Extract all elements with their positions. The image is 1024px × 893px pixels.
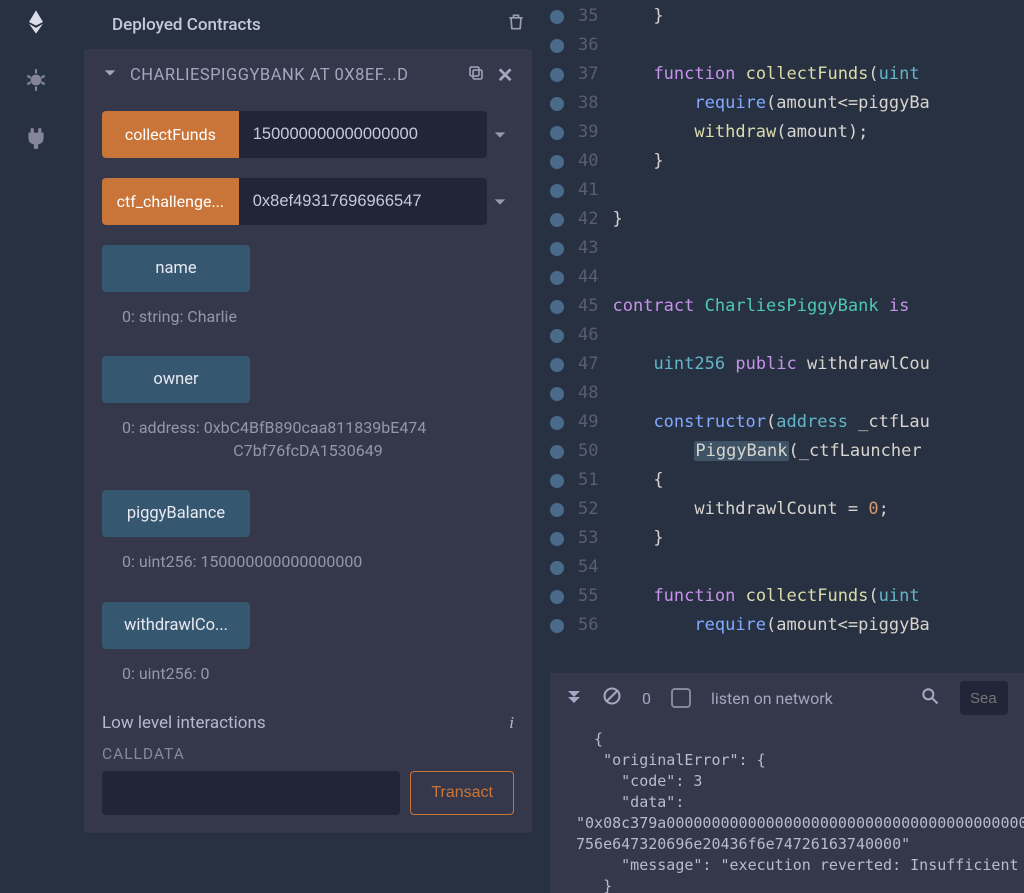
owner-result: 0: address: 0xbC4BfB890caa811839bE474 C7… [122, 417, 514, 462]
plugin-icon[interactable] [22, 124, 50, 152]
info-icon[interactable]: i [509, 713, 514, 733]
low-level-title: Low level interactions [102, 713, 266, 733]
chevron-down-icon[interactable] [487, 111, 514, 158]
chevron-down-icon[interactable] [102, 66, 118, 85]
ethereum-icon[interactable] [22, 8, 50, 36]
left-iconbar [0, 0, 72, 893]
ctfchallenge-button[interactable]: ctf_challenge... [102, 178, 239, 225]
transact-button[interactable]: Transact [410, 771, 514, 815]
func-collectfunds-row: collectFunds [102, 111, 514, 158]
bug-icon[interactable] [22, 66, 50, 94]
search-icon[interactable] [920, 686, 940, 710]
collectfunds-button[interactable]: collectFunds [102, 111, 239, 158]
low-level-section: Low level interactions i CALLDATA Transa… [102, 713, 514, 815]
editor-gutter: 3536373839404142434445464748495051525354… [550, 0, 612, 673]
piggybalance-result: 0: uint256: 150000000000000000 [122, 551, 514, 573]
owner-button[interactable]: owner [102, 356, 250, 403]
code-editor[interactable]: 3536373839404142434445464748495051525354… [550, 0, 1024, 673]
name-result: 0: string: Charlie [122, 306, 514, 328]
contract-card: CHARLIESPIGGYBANK AT 0X8EF...D ✕ collect… [84, 49, 532, 833]
terminal-search-input[interactable] [960, 681, 1008, 715]
close-icon[interactable]: ✕ [497, 63, 514, 87]
terminal-output[interactable]: { "originalError": { "code": 3 "data": "… [550, 723, 1024, 893]
chevron-down-icon[interactable] [487, 178, 514, 225]
deploy-panel: Deployed Contracts CHARLIESPIGGYBANK AT … [72, 0, 550, 893]
copy-icon[interactable] [467, 64, 485, 87]
collectfunds-input[interactable] [239, 111, 487, 158]
collapse-icon[interactable] [566, 688, 582, 708]
calldata-input[interactable] [102, 771, 400, 815]
piggybalance-button[interactable]: piggyBalance [102, 490, 250, 537]
withdrawlcount-button[interactable]: withdrawlCo... [102, 602, 250, 649]
ban-icon[interactable] [602, 686, 622, 710]
func-ctfchallenge-row: ctf_challenge... [102, 178, 514, 225]
calldata-label: CALLDATA [102, 745, 514, 763]
editor-code[interactable]: } function collectFunds(uint require(amo… [612, 0, 1024, 673]
deployed-title: Deployed Contracts [112, 15, 261, 35]
contract-title: CHARLIESPIGGYBANK AT 0X8EF...D [130, 66, 455, 85]
ctfchallenge-input[interactable] [239, 178, 487, 225]
trash-icon[interactable] [506, 12, 526, 37]
listen-label: listen on network [711, 689, 833, 708]
withdrawlcount-result: 0: uint256: 0 [122, 663, 514, 685]
pending-count: 0 [642, 689, 651, 708]
terminal-toolbar: 0 listen on network [550, 673, 1024, 723]
name-button[interactable]: name [102, 245, 250, 292]
editor-area: 3536373839404142434445464748495051525354… [550, 0, 1024, 893]
listen-checkbox[interactable] [671, 688, 691, 708]
